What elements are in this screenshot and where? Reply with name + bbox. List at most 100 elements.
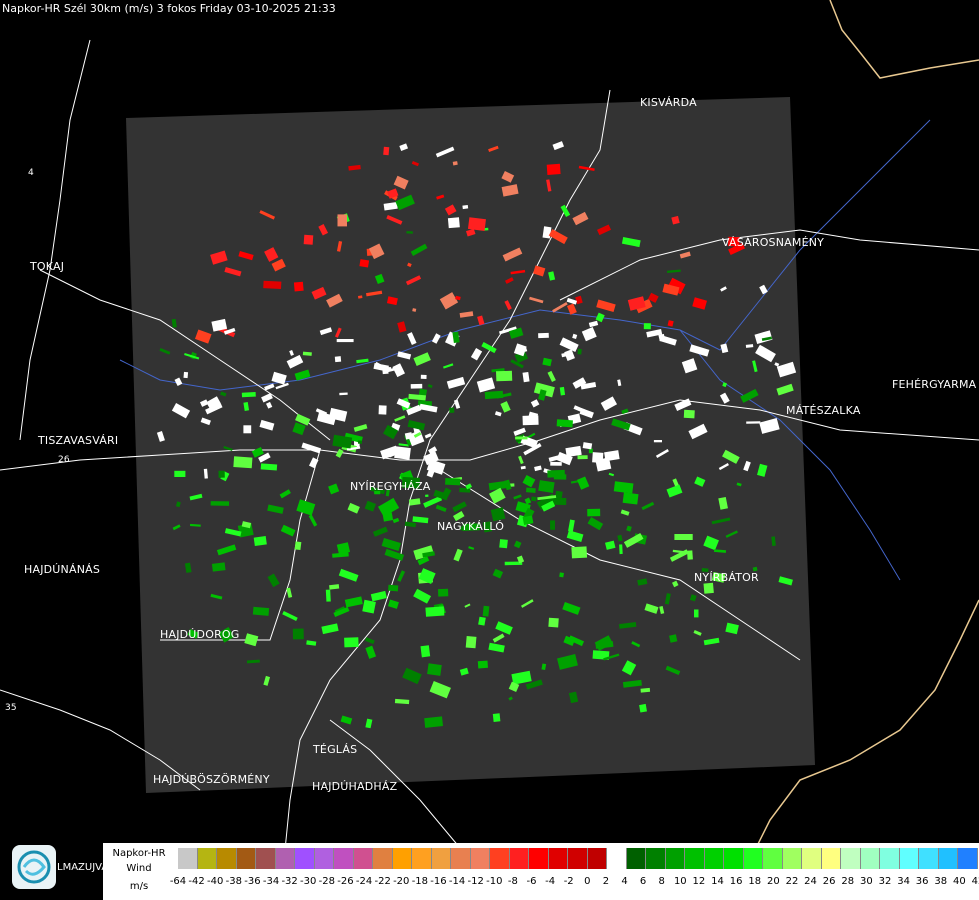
color-legend: Napkor-HR Wind m/s -64 -42 -40 -38 -36 -34 -32… — [103, 843, 979, 900]
wind-echo-cell — [683, 409, 695, 419]
wind-echo-cell — [492, 713, 501, 722]
city-label-hajdunanas: HAJDÚNÁNÁS — [24, 563, 101, 576]
legend-tick-label: -4 — [545, 876, 556, 887]
legend-swatch — [860, 848, 880, 869]
legend-swatch — [743, 848, 763, 869]
wind-echo-cell — [694, 609, 699, 618]
wind-echo-cell — [478, 616, 486, 626]
legend-swatch — [665, 848, 685, 869]
wind-echo-cell — [462, 204, 469, 210]
wind-echo-cell — [522, 415, 539, 426]
wind-echo-cell — [427, 663, 442, 676]
wind-echo-cell — [587, 508, 601, 517]
wind-echo-cell — [218, 470, 225, 478]
legend-swatch — [841, 848, 861, 869]
city-label-nyirbator: NYÍRBÁTOR — [694, 571, 759, 584]
legend-swatch — [821, 848, 841, 869]
legend-tick-label: 22 — [785, 876, 799, 887]
wind-echo-cell — [425, 494, 429, 497]
city-label-vasarosnameny: VÁSÁROSNAMÉNY — [722, 236, 825, 249]
legend-tick-label: 32 — [878, 876, 892, 887]
city-label-mateszalka: MÁTÉSZALKA — [786, 404, 861, 417]
wind-echo-cell — [674, 534, 693, 540]
wind-echo-cell — [183, 371, 189, 379]
wind-echo-cell — [336, 339, 354, 343]
legend-tick-label: -12 — [467, 876, 484, 887]
legend-swatch — [353, 848, 373, 869]
legend-swatch — [509, 848, 529, 869]
city-label-hajduboszormeny: HAJDÚBÖSZÖRMÉNY — [153, 773, 270, 786]
wind-echo-cell — [438, 588, 449, 597]
wind-echo-cell — [252, 606, 270, 616]
wind-echo-cell — [546, 163, 561, 175]
legend-swatch — [412, 848, 432, 869]
city-label-teglas: TÉGLÁS — [313, 743, 358, 756]
wind-echo-cell — [669, 634, 678, 643]
legend-tick-label: -24 — [355, 876, 373, 887]
wind-echo-cell — [243, 425, 252, 434]
city-label-tokaj: TOKAJ — [30, 260, 65, 273]
legend-tick-label: 12 — [692, 876, 706, 887]
legend-tick-label: -20 — [393, 876, 410, 887]
wind-echo-cell — [339, 392, 348, 396]
legend-swatch — [587, 848, 607, 869]
legend-tick-label: 30 — [859, 876, 873, 887]
wind-echo-cell — [639, 703, 648, 713]
legend-tick-label: -10 — [486, 876, 503, 887]
wind-echo-cell — [406, 231, 413, 234]
legend-swatch — [763, 848, 783, 869]
wind-echo-cell — [640, 687, 651, 693]
legend-swatch — [392, 848, 412, 869]
legend-swatch — [373, 848, 393, 869]
legend-swatch — [334, 848, 354, 869]
wind-echo-cell — [577, 455, 588, 460]
wind-echo-cell — [619, 544, 623, 555]
road-number-label: 4 — [28, 168, 34, 178]
wind-echo-cell — [334, 356, 342, 363]
wind-echo-cell — [263, 280, 282, 290]
wind-echo-cell — [425, 606, 445, 617]
legend-tick-label: -18 — [411, 876, 429, 887]
wind-echo-cell — [378, 405, 387, 415]
radar-map — [0, 0, 979, 900]
road — [19, 39, 91, 441]
wind-echo-cell — [531, 496, 537, 502]
wind-echo-cell — [477, 660, 488, 669]
legend-swatch — [314, 848, 334, 869]
legend-tick-label: -22 — [374, 876, 391, 887]
road-number-label: 26 — [58, 455, 70, 465]
legend-tick-label: 14 — [711, 876, 724, 887]
legend-swatch — [197, 848, 217, 869]
legend-swatch — [490, 848, 510, 869]
legend-tick-label: 26 — [822, 876, 836, 887]
legend-swatch — [607, 848, 627, 869]
legend-swatch — [704, 848, 724, 869]
wind-echo-cell — [211, 562, 226, 572]
legend-tick-label: 20 — [766, 876, 780, 887]
wind-echo-cell — [447, 217, 460, 229]
map-title: Napkor-HR Szél 30km (m/s) 3 fokos Friday… — [2, 2, 336, 15]
wind-echo-cell — [622, 492, 639, 505]
wind-echo-cell — [344, 637, 359, 648]
legend-tick-label: 40 — [953, 876, 966, 887]
city-label-nyiregyhaza: NYÍREGYHÁZA — [350, 480, 431, 493]
legend-swatch — [802, 848, 822, 869]
wind-echo-cell — [294, 541, 302, 551]
wind-echo-cell — [559, 572, 564, 578]
legend-swatch — [275, 848, 295, 869]
legend-tick-label: 18 — [748, 876, 762, 887]
wind-echo-cell — [210, 501, 230, 506]
wind-echo-cell — [538, 332, 549, 339]
wind-echo-cell — [547, 469, 565, 478]
legend-tick-label: -26 — [337, 876, 354, 887]
legend-unit: m/s — [129, 881, 149, 892]
legend-swatch — [685, 848, 705, 869]
wind-echo-cell — [746, 421, 761, 424]
wind-echo-cell — [550, 520, 555, 530]
wind-echo-cell — [482, 605, 490, 617]
wind-echo-cell — [467, 217, 486, 231]
wind-echo-cell — [303, 234, 314, 245]
legend-tick-label: 24 — [804, 876, 817, 887]
legend-tick-label: -2 — [563, 876, 574, 887]
legend-tick-label: -6 — [526, 876, 537, 887]
